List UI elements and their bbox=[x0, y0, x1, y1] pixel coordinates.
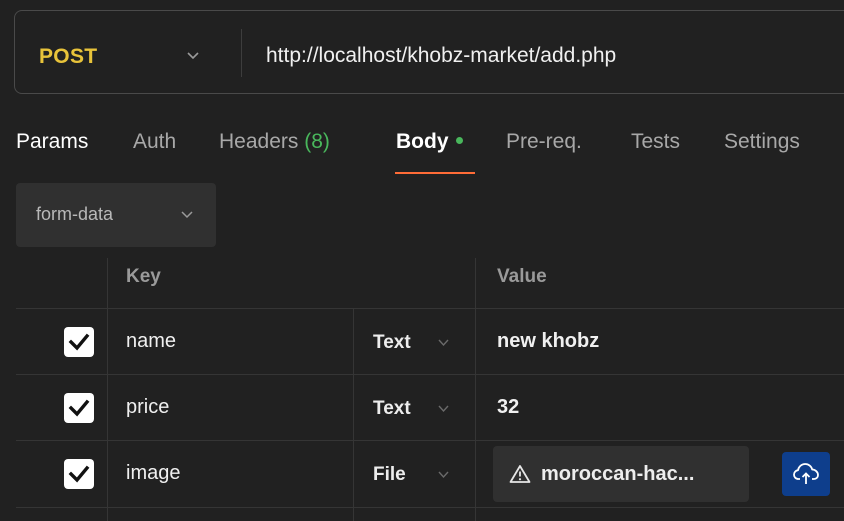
tab-label: Auth bbox=[133, 130, 177, 153]
column-header-key: Key bbox=[126, 266, 161, 287]
body-mode-label: form-data bbox=[36, 204, 114, 224]
table-divider bbox=[16, 507, 844, 508]
upload-file-button[interactable] bbox=[782, 452, 830, 496]
row-checkbox[interactable] bbox=[64, 393, 94, 423]
row-type-select[interactable]: Text bbox=[373, 398, 411, 420]
tab-label: Params bbox=[16, 130, 89, 153]
body-active-dot bbox=[455, 136, 463, 144]
request-url-bar: POST http://localhost/khobz-market/add.p… bbox=[14, 10, 844, 94]
row-type-select[interactable]: File bbox=[373, 464, 406, 486]
row-checkbox[interactable] bbox=[64, 459, 94, 489]
tab-label: Pre-req. bbox=[506, 130, 582, 153]
tab-body[interactable]: Body bbox=[396, 130, 463, 154]
chevron-down-icon[interactable] bbox=[437, 402, 450, 415]
tab-tests[interactable]: Tests bbox=[631, 130, 680, 154]
cloud-upload-icon bbox=[793, 463, 819, 484]
chevron-down-icon bbox=[181, 211, 193, 219]
table-divider bbox=[16, 374, 844, 375]
tab-label: Tests bbox=[631, 130, 681, 153]
file-chip[interactable]: moroccan-hac... bbox=[493, 446, 749, 502]
table-divider bbox=[16, 308, 844, 309]
tab-pre-request[interactable]: Pre-req. bbox=[506, 130, 582, 154]
warning-icon bbox=[509, 465, 531, 483]
headers-count-badge: (8) bbox=[304, 130, 330, 153]
chevron-down-icon[interactable] bbox=[185, 47, 201, 63]
table-divider bbox=[107, 258, 108, 521]
row-value[interactable]: 32 bbox=[497, 396, 519, 419]
row-value[interactable]: new khobz bbox=[497, 330, 599, 353]
chevron-down-icon[interactable] bbox=[437, 336, 450, 349]
active-tab-underline bbox=[395, 172, 475, 174]
chevron-down-icon[interactable] bbox=[437, 468, 450, 481]
tab-headers[interactable]: Headers (8) bbox=[219, 130, 330, 154]
table-divider bbox=[475, 258, 476, 521]
check-icon bbox=[68, 399, 90, 417]
postman-request-editor: POST http://localhost/khobz-market/add.p… bbox=[0, 0, 844, 521]
tab-label: Settings bbox=[724, 130, 800, 153]
check-icon bbox=[68, 465, 90, 483]
row-key[interactable]: price bbox=[126, 396, 169, 419]
tab-params[interactable]: Params bbox=[16, 130, 88, 154]
url-input[interactable]: http://localhost/khobz-market/add.php bbox=[266, 44, 616, 68]
url-divider bbox=[241, 29, 242, 77]
tab-auth[interactable]: Auth bbox=[133, 130, 176, 154]
table-divider bbox=[353, 308, 354, 521]
body-mode-select[interactable]: form-data bbox=[16, 183, 216, 247]
row-checkbox[interactable] bbox=[64, 327, 94, 357]
file-name: moroccan-hac... bbox=[541, 463, 695, 485]
tab-settings[interactable]: Settings bbox=[724, 130, 800, 154]
tab-label: Body bbox=[396, 130, 449, 153]
table-divider bbox=[16, 440, 844, 441]
row-key[interactable]: name bbox=[126, 330, 176, 353]
check-icon bbox=[68, 333, 90, 351]
row-key[interactable]: image bbox=[126, 462, 180, 485]
tab-label: Headers bbox=[219, 130, 299, 153]
row-type-select[interactable]: Text bbox=[373, 332, 411, 354]
method-select[interactable]: POST bbox=[39, 45, 97, 69]
column-header-value: Value bbox=[497, 266, 547, 287]
